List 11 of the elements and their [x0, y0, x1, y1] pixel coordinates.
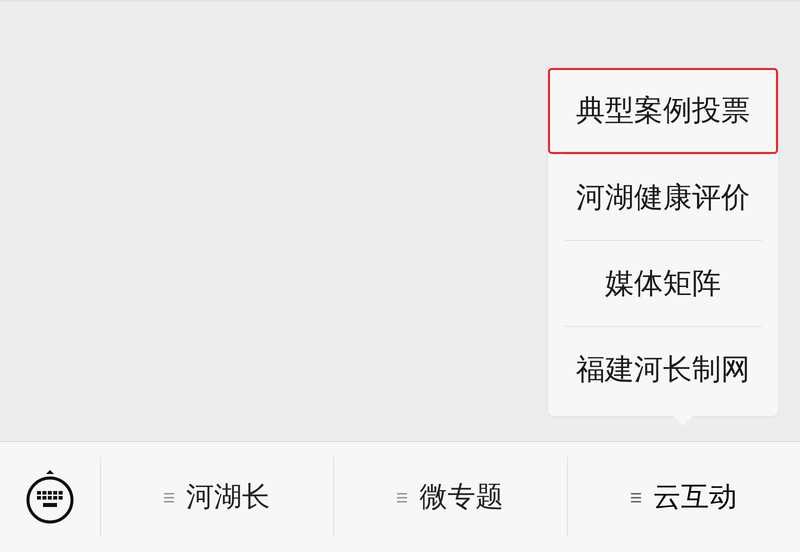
menu-item[interactable]: 福建河长制网 — [564, 326, 762, 412]
menu-icon — [630, 492, 641, 502]
menu-item[interactable]: 河湖健康评价 — [564, 154, 762, 240]
menu-tab[interactable]: 河湖长 — [101, 457, 334, 537]
menu-icon — [164, 492, 174, 502]
menu-item[interactable]: 典型案例投票 — [548, 68, 778, 154]
menu-tab[interactable]: 云互动 — [568, 457, 800, 537]
keyboard-icon[interactable] — [25, 469, 75, 525]
menu-tab[interactable]: 微专题 — [334, 457, 568, 537]
menu-item[interactable]: 媒体矩阵 — [564, 240, 762, 326]
menu-icon — [397, 492, 408, 502]
